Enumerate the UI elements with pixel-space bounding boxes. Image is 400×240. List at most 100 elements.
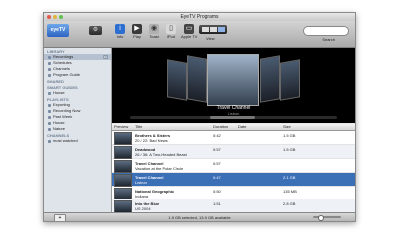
toolbar: eyeTV ⚙ i Info ▶ Play ◉ Toast ▯ iPod ▭ A… [44, 21, 355, 48]
plus-icon: + [58, 215, 62, 221]
sidebar-header-shared: SHARED [47, 79, 64, 84]
eyetv-window: EyeTV Programs eyeTV ⚙ i Info ▶ Play ◉ T… [43, 12, 356, 222]
sidebar-item-label: Recordings [53, 54, 74, 59]
search-input[interactable] [303, 26, 349, 36]
sidebar-item-label: Recording Now [53, 108, 81, 113]
column-preview[interactable]: Preview [114, 124, 128, 130]
scrollbar-thumb[interactable] [210, 116, 255, 119]
search-label: Search [322, 37, 335, 42]
playlist-icon [48, 104, 51, 107]
table-header: Preview Title Duration Date Size [112, 124, 355, 131]
duration: 0:47 [213, 175, 221, 180]
preview-thumbnail [114, 146, 132, 159]
sidebar-item-label: Past Week [53, 114, 73, 119]
playlist-icon [48, 128, 51, 131]
coverflow-scrollbar[interactable] [130, 116, 337, 119]
status-bar: 1.9 GB selected, 13.9 GB available + [44, 212, 355, 221]
channel-group-icon [48, 140, 51, 143]
program-guide-icon [48, 74, 51, 77]
duration: 0:57 [213, 161, 221, 166]
zoom-slider[interactable] [307, 215, 347, 221]
title-bar: EyeTV Programs [44, 13, 355, 21]
sidebar-item-nature[interactable]: Nature [44, 126, 111, 132]
playlist-icon [48, 122, 51, 125]
minimize-window-button[interactable] [53, 15, 57, 19]
info-button[interactable]: i Info [113, 24, 127, 40]
toast-button[interactable]: ◉ Toast [147, 24, 161, 40]
sidebar-item-label: Schedules [53, 60, 72, 65]
episode-title: Lisbon [135, 180, 147, 185]
sidebar-item-label: most watched [53, 138, 78, 143]
cover-card[interactable] [187, 55, 207, 103]
column-duration[interactable]: Duration [213, 124, 228, 130]
recordings-icon [48, 56, 51, 59]
view-switcher[interactable] [199, 25, 227, 34]
channels-icon [48, 68, 51, 71]
sidebar-item-label: Channels [53, 66, 70, 71]
toast-label: Toast [149, 34, 159, 39]
sidebar-item-label: Program Guide [53, 72, 81, 77]
eyetv-logo: eyeTV [47, 24, 69, 37]
info-label: Info [116, 34, 124, 39]
sidebar: LIBRARY Recordings 32 Schedules Channels … [44, 48, 112, 212]
size: 1.5 GB [283, 147, 296, 152]
sidebar-item-label: House [53, 90, 65, 95]
size: 135 MB [283, 189, 297, 194]
appletv-label: Apple TV [181, 34, 198, 39]
episode-title: US 2004 [135, 206, 151, 211]
duration: 0:42 [213, 133, 221, 138]
playlist-icon [48, 116, 51, 119]
table-row[interactable]: Into the Blue US 2004 1:51 2.8 GB [112, 199, 355, 213]
size: 2.8 GB [283, 201, 296, 206]
column-size[interactable]: Size [283, 124, 291, 130]
schedules-icon [48, 62, 51, 65]
cover-card[interactable] [167, 59, 187, 101]
toast-icon: ◉ [149, 24, 159, 34]
episode-title: 26 / 36: A Two-Headed Beast [135, 152, 187, 157]
column-title[interactable]: Title [135, 124, 142, 130]
table-row[interactable]: Deadwood 26 / 36: A Two-Headed Beast 0:5… [112, 145, 355, 159]
sidebar-item-label: Nature [53, 126, 66, 131]
preview-thumbnail [114, 132, 132, 145]
sidebar-item-most-watched[interactable]: most watched [44, 138, 111, 144]
count-badge: 32 [102, 55, 108, 59]
play-label: Play [133, 34, 141, 39]
table-row-selected[interactable]: Travel Channel Lisbon 0:47 2.1 GB [112, 173, 355, 187]
cover-card[interactable] [280, 59, 300, 101]
duration: 0:50 [213, 189, 221, 194]
action-gear-button[interactable]: ⚙ [89, 26, 102, 35]
smart-guide-icon [48, 92, 51, 95]
grid-view-icon[interactable] [210, 27, 217, 32]
add-button[interactable]: + [54, 214, 66, 221]
duration: 0:57 [213, 147, 221, 152]
slider-knob[interactable] [318, 215, 324, 221]
ipod-button[interactable]: ▯ iPod [164, 24, 178, 40]
appletv-button[interactable]: ▭ Apple TV [181, 24, 197, 40]
sidebar-item-label: House [53, 120, 65, 125]
sidebar-item-program-guide[interactable]: Program Guide [44, 72, 111, 78]
table-row[interactable]: Brothers & Sisters 20 / 22: Bad News 0:4… [112, 131, 355, 145]
gear-icon: ⚙ [92, 27, 99, 33]
episode-title: Vacation at the Polar Circle [135, 166, 184, 171]
table-row[interactable]: Travel Channel Vacation at the Polar Cir… [112, 159, 355, 173]
cover-card[interactable] [260, 55, 280, 103]
play-button[interactable]: ▶ Play [130, 24, 144, 40]
sidebar-item-label: Exporting [53, 102, 70, 107]
sidebar-item-house-guide[interactable]: House [44, 90, 111, 96]
appletv-icon: ▭ [184, 24, 194, 34]
cover-card-selected[interactable] [207, 54, 259, 106]
close-window-button[interactable] [47, 15, 51, 19]
ipod-label: iPod [166, 34, 175, 39]
size: 1.5 GB [283, 133, 296, 138]
play-icon: ▶ [132, 24, 142, 34]
coverflow-view-icon[interactable] [218, 27, 225, 32]
column-date[interactable]: Date [238, 124, 246, 130]
zoom-window-button[interactable] [59, 15, 63, 19]
ipod-icon: ▯ [166, 24, 176, 34]
cover-flow[interactable]: Travel Channel Lisbon [112, 48, 355, 123]
size: 2.1 GB [283, 175, 296, 180]
info-icon: i [115, 24, 125, 34]
list-view-icon[interactable] [202, 27, 209, 32]
episode-title: 20 / 22: Bad News [135, 138, 168, 143]
preview-thumbnail [114, 174, 132, 187]
